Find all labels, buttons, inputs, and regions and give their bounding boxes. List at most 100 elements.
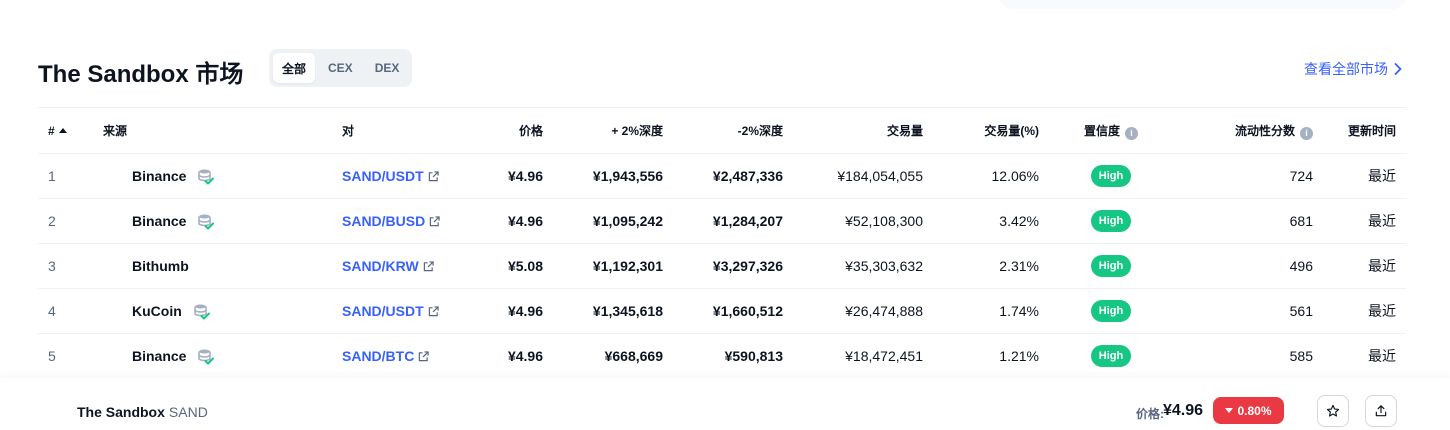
pair-cell[interactable]: SAND/BTC bbox=[332, 333, 467, 379]
tab-dex[interactable]: DEX bbox=[366, 53, 409, 83]
exchange-name[interactable]: Binance bbox=[132, 348, 186, 364]
coin-name: The Sandbox SAND bbox=[77, 404, 208, 420]
pair-label: SAND/USDT bbox=[342, 168, 424, 184]
exchange-cell[interactable]: Bithumb bbox=[93, 243, 332, 289]
col-header-volume[interactable]: 交易量 bbox=[793, 107, 933, 154]
volume-pct-cell: 1.74% bbox=[933, 288, 1049, 334]
exchange-cell[interactable]: Binance bbox=[93, 198, 332, 244]
exchange-name[interactable]: KuCoin bbox=[132, 303, 182, 319]
col-header-depth-plus[interactable]: + 2%深度 bbox=[553, 107, 673, 154]
pair-link[interactable]: SAND/USDT bbox=[342, 168, 439, 184]
price-change-badge: 0.80% bbox=[1213, 397, 1284, 424]
volume-cell: ¥18,472,451 bbox=[793, 333, 933, 379]
external-link-icon bbox=[428, 305, 439, 316]
liquidity-cell: 681 bbox=[1173, 198, 1323, 244]
depth-minus-cell: ¥1,284,207 bbox=[673, 198, 793, 244]
confidence-badge: High bbox=[1090, 345, 1132, 368]
col-header-confidence[interactable]: 置信度 i bbox=[1049, 107, 1173, 154]
confidence-cell: High bbox=[1049, 153, 1173, 199]
updated-cell: 最近 bbox=[1323, 333, 1406, 379]
row-rank: 5 bbox=[38, 333, 93, 379]
confidence-badge: High bbox=[1090, 210, 1132, 232]
pair-label: SAND/BTC bbox=[342, 348, 415, 365]
depth-plus-cell: ¥1,943,556 bbox=[553, 153, 673, 199]
star-icon bbox=[1326, 404, 1340, 417]
confidence-cell: High bbox=[1049, 243, 1173, 289]
sticky-coin-bar: The Sandbox SAND 价格: ¥4.96 0.80% bbox=[0, 378, 1450, 430]
share-button[interactable] bbox=[1365, 395, 1397, 427]
col-header-updated[interactable]: 更新时间 bbox=[1323, 107, 1406, 154]
volume-pct-cell: 2.31% bbox=[933, 243, 1049, 289]
row-rank: 3 bbox=[38, 243, 93, 289]
pair-link[interactable]: SAND/BUSD bbox=[342, 213, 440, 229]
pair-link[interactable]: SAND/KRW bbox=[342, 258, 434, 274]
depth-minus-cell: ¥3,297,326 bbox=[673, 243, 793, 289]
price-change-value: 0.80% bbox=[1237, 403, 1272, 418]
pair-cell[interactable]: SAND/USDT bbox=[332, 288, 467, 334]
external-link-icon bbox=[428, 170, 439, 181]
liquidity-cell: 585 bbox=[1173, 333, 1323, 379]
col-header-price[interactable]: 价格 bbox=[467, 107, 553, 154]
exchange-cell[interactable]: KuCoin bbox=[93, 288, 332, 334]
depth-plus-cell: ¥1,345,618 bbox=[553, 288, 673, 334]
confidence-badge: High bbox=[1090, 165, 1132, 187]
exchange-name[interactable]: Binance bbox=[132, 213, 186, 229]
exchange-cell[interactable]: Binance bbox=[93, 333, 332, 379]
pair-label: SAND/KRW bbox=[342, 258, 419, 274]
pair-link[interactable]: SAND/USDT bbox=[342, 303, 439, 319]
pair-label: SAND/USDT bbox=[342, 303, 424, 319]
volume-pct-cell: 3.42% bbox=[933, 198, 1049, 244]
col-header-num[interactable]: # bbox=[38, 107, 93, 154]
row-rank: 1 bbox=[38, 153, 93, 199]
col-header-volume-pct[interactable]: 交易量(%) bbox=[933, 107, 1049, 154]
exchange-name[interactable]: Binance bbox=[132, 168, 186, 184]
table-row[interactable]: 2 Binance SAND/BUSD ¥4.96 ¥1,095,242 ¥1,284,2… bbox=[38, 198, 1406, 244]
table-row[interactable]: 5 Binance SAND/BTC ¥4.96 ¥668,669 ¥590,813 ¥18… bbox=[38, 333, 1406, 379]
pair-cell[interactable]: SAND/KRW bbox=[332, 243, 467, 289]
updated-cell: 最近 bbox=[1323, 288, 1406, 334]
price-cell: ¥4.96 bbox=[467, 153, 553, 199]
watchlist-star-button[interactable] bbox=[1317, 395, 1349, 427]
tab-cex[interactable]: CEX bbox=[319, 53, 362, 83]
confidence-badge: High bbox=[1090, 300, 1132, 322]
col-header-source[interactable]: 来源 bbox=[93, 107, 332, 154]
row-rank: 4 bbox=[38, 288, 93, 334]
price-cell: ¥4.96 bbox=[467, 333, 553, 379]
pair-cell[interactable]: SAND/USDT bbox=[332, 153, 467, 199]
external-link-icon bbox=[423, 260, 434, 271]
pair-cell[interactable]: SAND/BUSD bbox=[332, 198, 467, 244]
col-header-pair[interactable]: 对 bbox=[332, 107, 467, 154]
col-header-liquidity[interactable]: 流动性分数 i bbox=[1173, 107, 1323, 154]
exchange-type-tabs: 全部 CEX DEX bbox=[269, 49, 413, 87]
volume-cell: ¥52,108,300 bbox=[793, 198, 933, 244]
updated-cell: 最近 bbox=[1323, 243, 1406, 289]
tab-all[interactable]: 全部 bbox=[273, 53, 316, 83]
table-row[interactable]: 1 Binance SAND/USDT ¥4.96 ¥1,943,556 ¥2,487,3… bbox=[38, 153, 1406, 199]
liquidity-cell: 496 bbox=[1173, 243, 1323, 289]
verified-database-icon bbox=[198, 169, 215, 185]
caret-down-icon bbox=[1225, 408, 1234, 413]
pair-link[interactable]: SAND/BTC bbox=[342, 348, 430, 365]
price-cell: ¥5.08 bbox=[467, 243, 553, 289]
table-row[interactable]: 3 Bithumb SAND/KRW ¥5.08 ¥1,192,301 ¥3,297,32… bbox=[38, 243, 1406, 289]
table-row[interactable]: 4 KuCoin SAND/USDT ¥4.96 ¥1,345,618 ¥1,660,51… bbox=[38, 288, 1406, 334]
info-icon[interactable]: i bbox=[1300, 126, 1313, 140]
volume-cell: ¥26,474,888 bbox=[793, 288, 933, 334]
exchange-name[interactable]: Bithumb bbox=[132, 258, 189, 274]
external-link-icon bbox=[430, 215, 440, 226]
liquidity-cell: 561 bbox=[1173, 288, 1323, 334]
info-icon[interactable]: i bbox=[1125, 126, 1138, 140]
sort-ascending-icon bbox=[58, 127, 67, 133]
volume-cell: ¥184,054,055 bbox=[793, 153, 933, 199]
updated-cell: 最近 bbox=[1323, 198, 1406, 244]
updated-cell: 最近 bbox=[1323, 153, 1406, 199]
col-header-depth-minus[interactable]: -2%深度 bbox=[673, 107, 793, 154]
liquidity-cell: 724 bbox=[1173, 153, 1323, 199]
share-icon bbox=[1375, 405, 1387, 417]
depth-minus-cell: ¥2,487,336 bbox=[673, 153, 793, 199]
view-all-markets-link[interactable]: 查看全部市场 bbox=[1304, 59, 1402, 79]
confidence-cell: High bbox=[1049, 333, 1173, 379]
view-all-label: 查看全部市场 bbox=[1304, 61, 1388, 77]
exchange-cell[interactable]: Binance bbox=[93, 153, 332, 199]
confidence-cell: High bbox=[1049, 288, 1173, 334]
